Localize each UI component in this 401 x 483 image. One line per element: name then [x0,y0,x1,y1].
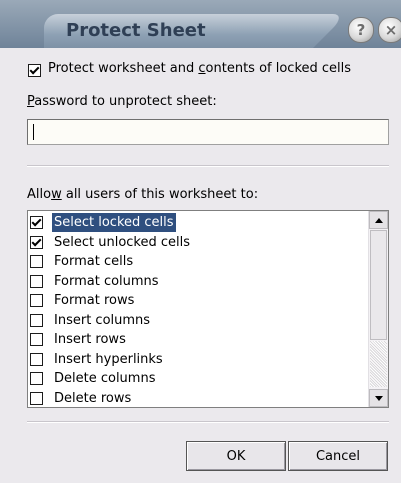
permission-checkbox[interactable] [30,294,43,307]
list-item[interactable]: Insert hyperlinks [29,350,367,370]
permission-checkbox[interactable] [30,372,43,385]
close-icon[interactable]: × [378,17,401,43]
list-item[interactable]: Format cells [29,252,367,272]
cancel-button[interactable]: Cancel [288,441,388,471]
permission-label: Insert hyperlinks [54,351,163,367]
permission-checkbox[interactable] [30,235,43,249]
list-item[interactable]: Format rows [29,291,367,311]
permission-checkbox[interactable] [30,333,43,346]
list-scrollbar[interactable] [368,211,388,407]
permission-checkbox[interactable] [30,255,43,268]
permission-checkbox[interactable] [30,352,43,366]
scroll-up-button[interactable] [369,211,388,229]
allow-users-label: Allow all users of this worksheet to: [27,187,259,202]
list-item[interactable]: Select unlocked cells [29,233,367,253]
dialog-body: Protect worksheet and contents of locked… [0,48,401,483]
permission-label: Format columns [54,273,159,289]
separator-bottom [27,421,389,423]
permission-label: Select locked cells [52,213,176,232]
list-item[interactable]: Select locked cells [29,213,367,233]
password-input[interactable] [27,119,389,145]
arrow-up-icon [375,218,383,223]
list-item[interactable]: Insert columns [29,311,367,331]
list-item[interactable]: Delete rows [29,389,367,409]
separator-top [27,165,389,167]
password-label: Password to unprotect sheet: [27,94,217,109]
permission-label: Delete rows [54,390,132,406]
ok-button[interactable]: OK [186,441,286,471]
protect-contents-label[interactable]: Protect worksheet and contents of locked… [48,61,351,76]
scroll-track[interactable] [370,341,387,387]
permission-label: Format rows [54,293,135,308]
permission-checkbox[interactable] [30,391,43,405]
help-icon[interactable]: ? [348,17,374,43]
title-bar[interactable]: Protect Sheet ? × [0,0,401,48]
permission-label: Format cells [54,254,134,269]
protect-contents-checkbox[interactable] [28,64,41,77]
permission-checkbox[interactable] [30,274,43,288]
list-item[interactable]: Insert rows [29,330,367,350]
permissions-list-items: Select locked cells Select unlocked cells… [29,213,367,408]
dialog-title: Protect Sheet [66,20,206,41]
permission-label: Select unlocked cells [54,234,191,250]
scroll-thumb[interactable] [370,230,387,340]
arrow-down-icon [375,396,383,401]
scroll-down-button[interactable] [369,389,388,407]
permission-label: Delete columns [54,371,156,386]
permission-label: Insert columns [54,312,151,328]
protect-sheet-dialog: Protect Sheet ? × Protect worksheet and … [0,0,401,483]
permission-checkbox[interactable] [30,216,43,229]
list-item[interactable]: Format columns [29,272,367,292]
list-item[interactable]: Delete columns [29,369,367,389]
text-caret [33,124,34,140]
permission-label: Insert rows [54,332,126,347]
permissions-list[interactable]: Select locked cells Select unlocked cells… [27,210,389,408]
permission-checkbox[interactable] [30,313,43,327]
